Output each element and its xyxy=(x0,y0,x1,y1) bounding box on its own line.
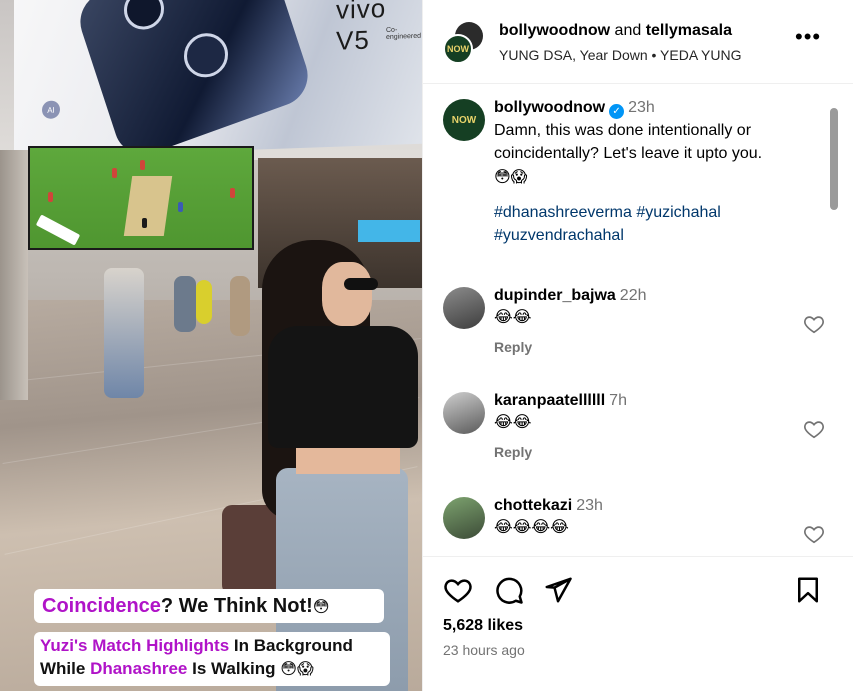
hashtag-line[interactable]: #yuzvendrachahal xyxy=(494,224,814,247)
likes-count[interactable]: 5,628 likes xyxy=(443,617,523,635)
video-caption-line1: Coincidence? We Think Not!😳 xyxy=(34,589,384,623)
pillar xyxy=(0,150,28,400)
post-timestamp[interactable]: 23 hours ago xyxy=(443,642,525,658)
phone-image xyxy=(72,0,316,159)
comment-time: 23h xyxy=(576,497,603,514)
comment-username[interactable]: karanpaatellllll xyxy=(494,392,605,409)
cricket-pitch xyxy=(123,176,173,236)
reply-button[interactable]: Reply xyxy=(494,444,814,460)
background-traveler xyxy=(174,276,196,332)
scorebar xyxy=(35,214,81,246)
scrollbar-thumb[interactable] xyxy=(830,108,838,210)
handbag xyxy=(222,505,280,595)
hashtag-line[interactable]: #dhanashreeverma #yuzichahal xyxy=(494,201,814,224)
commenter-avatar[interactable] xyxy=(443,287,485,329)
more-options-icon[interactable]: ••• xyxy=(795,26,821,54)
verified-badge-icon: ✓ xyxy=(609,104,625,119)
save-bookmark-icon[interactable] xyxy=(793,575,823,605)
comment-bubble-icon[interactable] xyxy=(494,575,524,605)
comment-body: karanpaatellllll 7h 😂😂 Reply xyxy=(494,392,814,460)
video-caption-line2: Yuzi's Match Highlights In Background Wh… xyxy=(34,632,390,686)
author-avatar[interactable]: NOW xyxy=(443,34,473,64)
reply-button[interactable]: Reply xyxy=(494,339,814,355)
author-link[interactable]: bollywoodnow xyxy=(499,22,610,39)
ai-badge-icon: AI xyxy=(42,100,60,120)
caption-highlight: Yuzi's Match Highlights xyxy=(40,636,230,655)
player xyxy=(178,202,183,212)
commenter-avatar[interactable] xyxy=(443,497,485,539)
caption-hashtags: #dhanashreeverma #yuzichahal #yuzvendrac… xyxy=(494,201,814,247)
caption-username[interactable]: bollywoodnow xyxy=(494,99,605,116)
woman-face xyxy=(322,262,372,326)
shop-sign xyxy=(358,220,420,242)
like-heart-icon[interactable] xyxy=(443,575,473,605)
match-highlights-screen xyxy=(28,146,254,250)
player xyxy=(112,168,117,178)
player xyxy=(142,218,147,228)
caption-emoji: 😳 xyxy=(312,597,330,616)
post-media[interactable]: vivo V5 Co-engineered AI Coincidence? We… xyxy=(0,0,422,691)
woman-top xyxy=(268,326,418,448)
caption-text: Damn, this was done intentionally or coi… xyxy=(494,122,763,162)
comment-text: 😂😂😂😂 xyxy=(494,517,569,536)
caption-text: While xyxy=(40,659,91,678)
share-send-icon[interactable] xyxy=(543,575,573,605)
caption-emoji: 😳😱 xyxy=(280,659,314,678)
comment-time: 22h xyxy=(619,287,647,304)
comment-body: dupinder_bajwa 22h 😂😂 Reply xyxy=(494,287,814,355)
background-traveler xyxy=(196,280,212,324)
instagram-post-viewer: vivo V5 Co-engineered AI Coincidence? We… xyxy=(0,0,853,691)
caption-body: bollywoodnow ✓ 23h Damn, this was done int… xyxy=(494,99,814,247)
like-comment-heart-icon[interactable] xyxy=(803,523,825,545)
player xyxy=(48,192,53,202)
ad-billboard: vivo V5 Co-engineered AI xyxy=(14,0,422,159)
comment-username[interactable]: chottekazi xyxy=(494,497,572,514)
player xyxy=(230,188,235,198)
caption-text: In Background xyxy=(229,636,353,655)
authors-joiner: and xyxy=(614,22,642,39)
caption-highlight: Dhanashree xyxy=(90,659,188,678)
post-header: NOW bollywoodnow and tellymasala YUNG DS… xyxy=(423,0,853,84)
audio-track-link[interactable]: YUNG DSA, Year Down • YEDA YUNG xyxy=(499,47,741,63)
sunglasses xyxy=(344,278,378,290)
post-side-panel: NOW bollywoodnow and tellymasala YUNG DS… xyxy=(422,0,853,691)
caption-time: 23h xyxy=(628,99,655,116)
billboard-subtext: Co-engineered xyxy=(386,26,422,42)
woman-midriff xyxy=(296,444,400,474)
caption-text: Is Walking xyxy=(187,659,281,678)
player xyxy=(140,160,145,170)
collaborator-link[interactable]: tellymasala xyxy=(646,22,732,39)
comment-text: 😂😂 xyxy=(494,412,532,431)
post-authors: bollywoodnow and tellymasala xyxy=(499,22,732,40)
caption-highlight: Coincidence xyxy=(42,595,161,617)
comment-time: 7h xyxy=(609,392,627,409)
caption-emoji: 😳😱 xyxy=(494,167,528,186)
caption-text: ? We Think Not! xyxy=(160,595,313,617)
comment-username[interactable]: dupinder_bajwa xyxy=(494,287,616,304)
commenter-avatar[interactable] xyxy=(443,392,485,434)
like-comment-heart-icon[interactable] xyxy=(803,418,825,440)
background-traveler xyxy=(104,268,144,398)
like-comment-heart-icon[interactable] xyxy=(803,313,825,335)
author-avatar[interactable]: NOW xyxy=(443,99,485,141)
comment-text: 😂😂 xyxy=(494,307,532,326)
comments-scroll[interactable]: NOW bollywoodnow ✓ 23h Damn, this was done… xyxy=(423,85,853,555)
comment-body: chottekazi 23h 😂😂😂😂 xyxy=(494,497,814,539)
background-traveler xyxy=(230,276,250,336)
